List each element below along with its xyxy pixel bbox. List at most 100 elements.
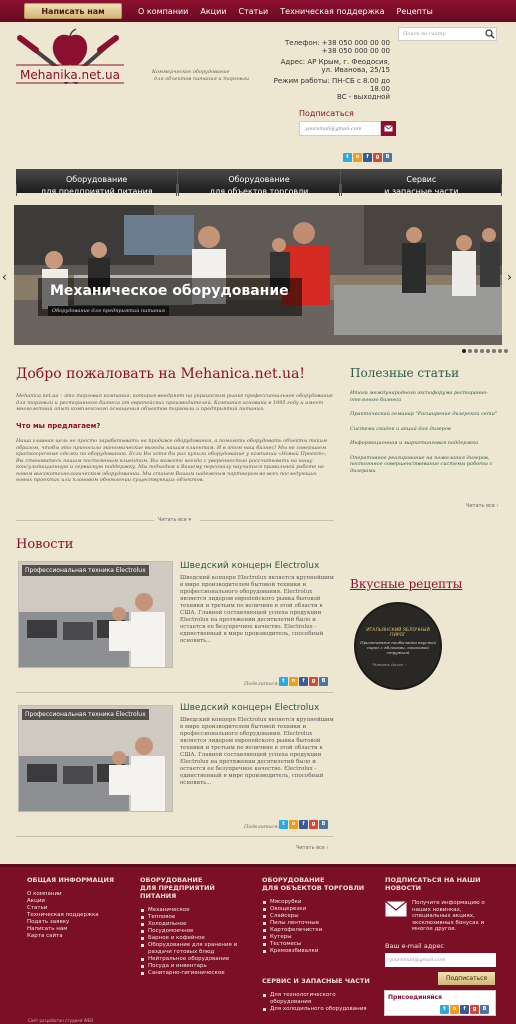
odnoklassniki-icon[interactable]: o <box>289 820 298 829</box>
footer-link[interactable]: Кремовзбивалки <box>262 948 322 955</box>
google-plus-icon[interactable]: g <box>309 820 318 829</box>
subscribe-email-input[interactable]: youremail@gmail.com <box>299 121 381 136</box>
top-nav-articles[interactable]: Статьи <box>239 7 269 16</box>
news-text: Шведский концерн Electrolux является кру… <box>180 717 334 786</box>
vkontakte-icon[interactable]: B <box>319 820 328 829</box>
news-headline[interactable]: Шведский концерн Electrolux <box>180 561 319 571</box>
slider-next-arrow[interactable]: › <box>507 270 512 284</box>
top-nav: О компании Акции Статьи Техническая подд… <box>138 0 433 22</box>
recipe-read-more-link[interactable]: Читать далее › <box>372 662 406 667</box>
odnoklassniki-icon[interactable]: o <box>353 153 362 162</box>
tagline-line-2: для объектов питания и торговли <box>154 76 250 82</box>
footer-col3-links: Мясорубки Овощерезки Слайсеры Пилы ленто… <box>262 899 322 955</box>
envelope-icon <box>385 901 407 917</box>
footer-link[interactable]: Барное и кофейное <box>140 935 240 942</box>
article-link[interactable]: Итоги международного экспофорума рестора… <box>350 390 500 403</box>
footer-link[interactable]: Акции <box>27 898 99 905</box>
main-nav-service-line1: Сервис <box>406 175 437 184</box>
twitter-icon[interactable]: t <box>440 1005 449 1014</box>
footer-link[interactable]: Карта сайта <box>27 933 99 940</box>
vkontakte-icon[interactable]: B <box>383 153 392 162</box>
write-us-button[interactable]: Написать нам <box>24 3 122 19</box>
footer-link[interactable]: Для холодильного оборудования <box>262 1006 378 1013</box>
slider-dot[interactable] <box>468 349 472 353</box>
facebook-icon[interactable]: f <box>460 1005 469 1014</box>
footer-link[interactable]: Посудомоечное <box>140 928 240 935</box>
slider-dot[interactable] <box>492 349 496 353</box>
footer-link[interactable]: Мясорубки <box>262 899 322 906</box>
facebook-icon[interactable]: f <box>299 820 308 829</box>
hours-1: Режим работы: ПН-СБ с 8.00 до <box>273 77 390 85</box>
main-nav-retail[interactable]: Оборудование для объектов торговли <box>177 169 341 196</box>
footer-link[interactable]: Механическое <box>140 907 240 914</box>
search-input[interactable]: Поиск по сайту <box>398 27 497 41</box>
article-link[interactable]: Практический семинар "Расширение дизерск… <box>350 411 500 418</box>
article-link[interactable]: Система скидок и акций для дизеров <box>350 426 500 433</box>
news-image[interactable]: Профессиональная техника Electrolux <box>18 561 173 668</box>
main-nav-catering-line1: Оборудование <box>65 175 128 184</box>
share-label: Поделиться: <box>244 824 280 830</box>
footer-link[interactable]: Картофелечистки <box>262 927 322 934</box>
slider-prev-arrow[interactable]: ‹ <box>2 270 7 284</box>
articles-list: Итоги международного экспофорума рестора… <box>350 390 500 482</box>
top-nav-recipes[interactable]: Рецепты <box>397 7 433 16</box>
vkontakte-icon[interactable]: B <box>480 1005 489 1014</box>
main-nav-catering[interactable]: Оборудование для предприятий питания <box>16 169 178 196</box>
main-nav-service[interactable]: Сервис и запасные части <box>340 169 502 196</box>
facebook-icon[interactable]: f <box>363 153 372 162</box>
top-nav-about[interactable]: О компании <box>138 7 188 16</box>
slider-dot[interactable] <box>474 349 478 353</box>
footer-link[interactable]: Овощерезки <box>262 906 322 913</box>
slider-dot[interactable] <box>498 349 502 353</box>
twitter-icon[interactable]: t <box>279 677 288 686</box>
footer-link[interactable]: Техническая поддержка <box>27 912 99 919</box>
footer-link[interactable]: Кутеры <box>262 934 322 941</box>
twitter-icon[interactable]: t <box>343 153 352 162</box>
phone-1: Телефон: +38 050 000 00 00 <box>285 39 390 47</box>
google-plus-icon[interactable]: g <box>373 153 382 162</box>
footer-link[interactable]: Слайсеры <box>262 913 322 920</box>
footer-link[interactable]: Оборудование для хранения и раздачи гото… <box>140 942 240 956</box>
footer-email-input[interactable]: youremail@gmail.com <box>385 953 496 967</box>
welcome-read-more-link[interactable]: Читать все ▾ <box>158 517 191 523</box>
slider-dot[interactable] <box>486 349 490 353</box>
footer-link[interactable]: Тепловое <box>140 914 240 921</box>
twitter-icon[interactable]: t <box>279 820 288 829</box>
slider-dot[interactable] <box>480 349 484 353</box>
odnoklassniki-icon[interactable]: o <box>450 1005 459 1014</box>
slider-dot[interactable] <box>504 349 508 353</box>
divider <box>16 520 154 521</box>
news-image[interactable]: Профессиональная техника Electrolux <box>18 705 173 812</box>
footer-link[interactable]: Посуда и инвентарь <box>140 963 240 970</box>
footer-link[interactable]: Подать заявку <box>27 919 99 926</box>
slider-dot[interactable] <box>462 349 466 353</box>
footer-link[interactable]: Статьи <box>27 905 99 912</box>
top-nav-support[interactable]: Техническая поддержка <box>280 7 384 16</box>
facebook-icon[interactable]: f <box>299 677 308 686</box>
footer-col3b-links: Для технологического оборудования Для хо… <box>262 992 378 1013</box>
footer-link[interactable]: Нейтральное оборудование <box>140 956 240 963</box>
top-nav-promotions[interactable]: Акции <box>200 7 226 16</box>
footer-link[interactable]: Холодильное <box>140 921 240 928</box>
google-plus-icon[interactable]: g <box>309 677 318 686</box>
footer-link[interactable]: Написать нам <box>27 926 99 933</box>
footer-link[interactable]: Санитарно-гигиеническое <box>140 970 240 977</box>
site-logo[interactable]: Mehanika.net.ua <box>16 28 126 94</box>
search-icon[interactable] <box>484 28 496 40</box>
vkontakte-icon[interactable]: B <box>319 677 328 686</box>
footer-link[interactable]: Для технологического оборудования <box>262 992 378 1006</box>
article-link[interactable]: Информационная и маркетинговая поддержка <box>350 440 500 447</box>
articles-read-more-link[interactable]: Читать все › <box>466 503 498 509</box>
logo-text: Mehanika.net.ua <box>20 68 120 82</box>
recipes-title[interactable]: Вкусные рецепты <box>350 577 462 591</box>
article-link[interactable]: Оперативное реагирование на пожелания ди… <box>350 455 500 475</box>
news-read-more-link[interactable]: Читать все › <box>296 845 328 851</box>
news-headline[interactable]: Шведский концерн Electrolux <box>180 703 319 713</box>
footer-subscribe-button[interactable]: Подписаться <box>438 972 495 985</box>
footer-link[interactable]: Пилы ленточные <box>262 920 322 927</box>
footer-link[interactable]: О компании <box>27 891 99 898</box>
footer-link[interactable]: Тестомесы <box>262 941 322 948</box>
subscribe-submit-button[interactable] <box>381 121 396 136</box>
odnoklassniki-icon[interactable]: o <box>289 677 298 686</box>
google-plus-icon[interactable]: g <box>470 1005 479 1014</box>
